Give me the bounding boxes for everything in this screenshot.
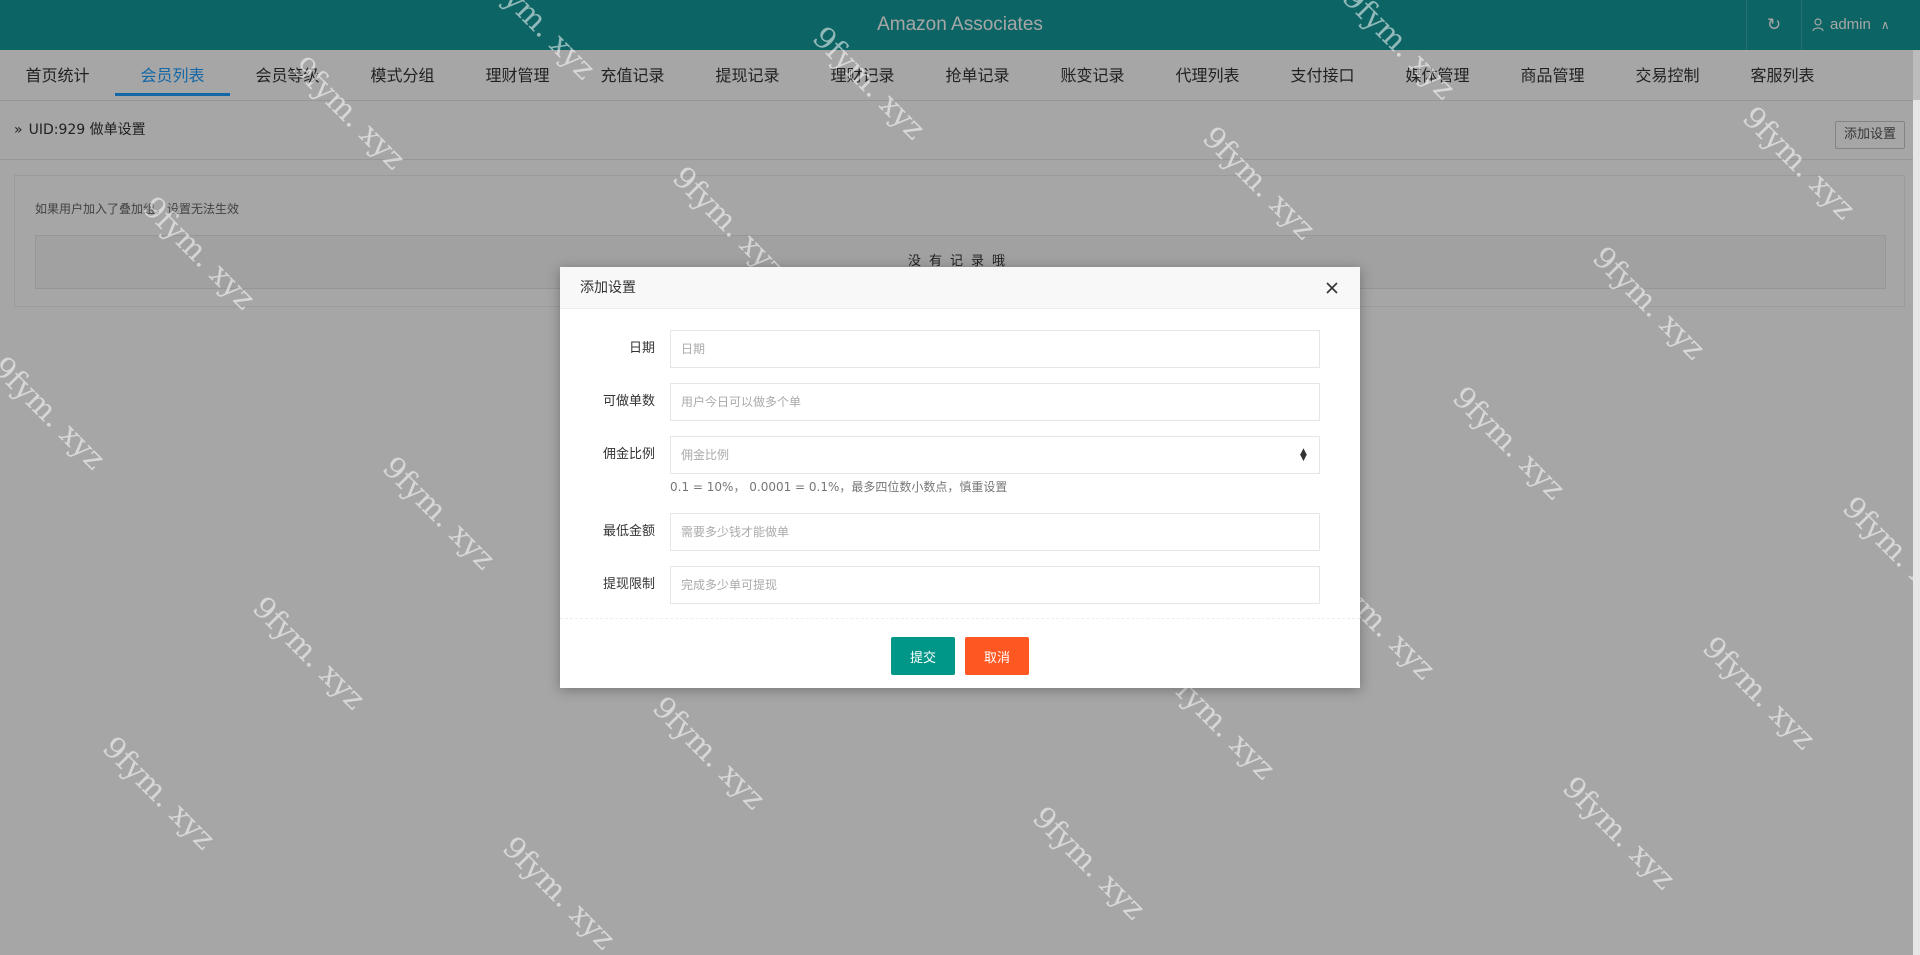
- number-spinner-icon[interactable]: ▲ ▼: [1300, 448, 1307, 463]
- commission-ratio-input[interactable]: [670, 436, 1320, 474]
- date-label: 日期: [628, 341, 655, 356]
- add-setting-dialog: 添加设置 日期 可做单数 佣金比例 ▲▼ 0.1 = 10%， 0.0001 =…: [560, 267, 1360, 688]
- dialog-divider: [560, 618, 1360, 619]
- scrollbar-thumb[interactable]: [1913, 50, 1920, 100]
- cancel-button[interactable]: 取消: [965, 637, 1029, 675]
- form-row-min-amount: 最低金额: [560, 513, 1360, 551]
- ratio-help-text: 0.1 = 10%， 0.0001 = 0.1%，最多四位数小数点，慎重设置: [670, 480, 1008, 494]
- order-count-input[interactable]: [670, 383, 1320, 421]
- form-row-ratio: 佣金比例 ▲▼: [560, 436, 1360, 474]
- date-input[interactable]: [670, 330, 1320, 368]
- min-amount-input[interactable]: [670, 513, 1320, 551]
- dialog-header: 添加设置: [560, 267, 1360, 309]
- form-row-date: 日期: [560, 330, 1360, 368]
- page-scrollbar[interactable]: [1913, 50, 1920, 955]
- dialog-title: 添加设置: [580, 280, 636, 296]
- ratio-label: 佣金比例: [602, 447, 655, 462]
- count-label: 可做单数: [602, 394, 655, 409]
- withdraw-limit-label: 提现限制: [602, 577, 655, 592]
- form-row-count: 可做单数: [560, 383, 1360, 421]
- withdraw-limit-input[interactable]: [670, 566, 1320, 604]
- form-row-withdraw-limit: 提现限制: [560, 566, 1360, 604]
- min-amount-label: 最低金额: [602, 524, 655, 539]
- close-icon[interactable]: [1324, 280, 1340, 296]
- submit-button[interactable]: 提交: [891, 637, 955, 675]
